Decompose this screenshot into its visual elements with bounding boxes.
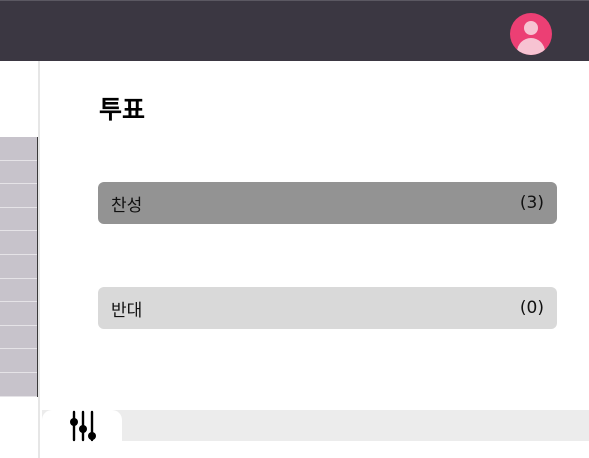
list-item[interactable]	[0, 279, 37, 303]
user-avatar-icon[interactable]	[510, 13, 552, 55]
vote-count: (3)	[519, 193, 544, 213]
top-bar	[0, 0, 589, 61]
list-item[interactable]	[0, 161, 37, 185]
list-item[interactable]	[0, 326, 37, 350]
list-item[interactable]	[0, 255, 37, 279]
left-list	[0, 137, 38, 397]
vote-option-agree[interactable]: 찬성 (3)	[98, 182, 557, 224]
bottom-tab-bar	[42, 410, 589, 441]
vote-option-label: 찬성	[111, 195, 143, 216]
list-item[interactable]	[0, 137, 37, 161]
page-title: 투표	[99, 95, 146, 124]
vote-option-disagree[interactable]: 반대 (0)	[98, 287, 557, 329]
vote-count: (0)	[519, 298, 544, 318]
list-item[interactable]	[0, 373, 37, 397]
list-item[interactable]	[0, 302, 37, 326]
vote-option-label: 반대	[111, 300, 143, 321]
list-item[interactable]	[0, 184, 37, 208]
list-item[interactable]	[0, 208, 37, 232]
list-item[interactable]	[0, 349, 37, 373]
sliders-icon	[70, 410, 96, 442]
list-item[interactable]	[0, 231, 37, 255]
